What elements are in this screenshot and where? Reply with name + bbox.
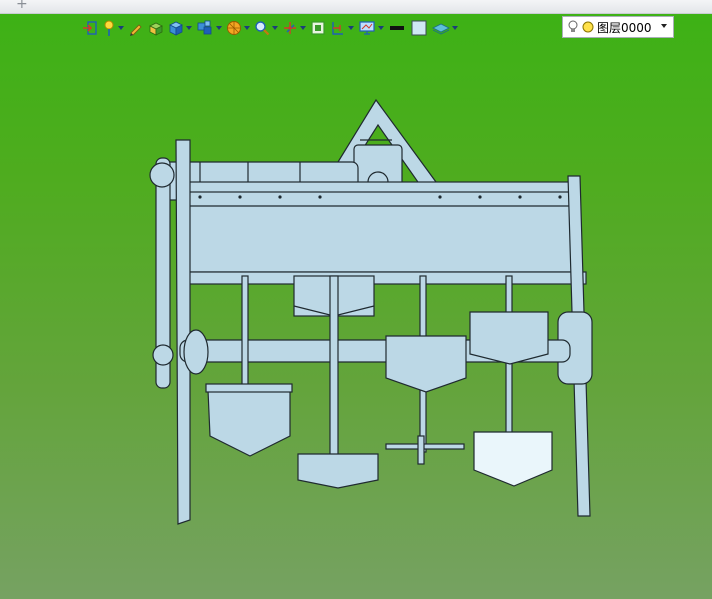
- dropdown-caret-icon[interactable]: [272, 26, 278, 30]
- dropdown-caret-icon[interactable]: [244, 26, 250, 30]
- zoom-icon: [255, 21, 270, 36]
- solid-box-button[interactable]: [148, 18, 164, 38]
- blade-5: [473, 431, 553, 487]
- layer-select[interactable]: 图层0000: [562, 16, 674, 38]
- section-view-icon: [332, 22, 343, 35]
- left-upper-sprocket: [149, 162, 175, 188]
- pencil-icon: [130, 24, 142, 36]
- light-pin-button[interactable]: [102, 18, 124, 38]
- exit-sketch-button[interactable]: [82, 18, 98, 38]
- blade-1: [207, 389, 291, 457]
- solid-box-icon: [149, 22, 163, 36]
- main-frame-top-rail: [181, 181, 575, 193]
- rotary-tiller-model: [149, 98, 593, 525]
- dropdown-caret-icon[interactable]: [118, 26, 124, 30]
- display-mode-button[interactable]: [358, 18, 384, 38]
- dropdown-caret-icon[interactable]: [300, 26, 306, 30]
- layer-style-icon: [432, 23, 450, 35]
- line-color-icon: [390, 26, 404, 30]
- dropdown-caret-icon[interactable]: [186, 26, 192, 30]
- layer-dropdown-arrow-icon[interactable]: [661, 24, 667, 28]
- zoom-fit-button[interactable]: [310, 18, 326, 38]
- face-color-button[interactable]: [410, 18, 428, 38]
- 3d-viewport[interactable]: [0, 40, 712, 599]
- exit-sketch-icon: [83, 21, 97, 35]
- blade-3: [385, 335, 467, 393]
- zoom-fit-icon: [311, 21, 325, 35]
- render-sphere-icon: [227, 21, 241, 35]
- view-toolbar: [82, 17, 462, 39]
- section-view-button[interactable]: [330, 18, 354, 38]
- render-style-button[interactable]: [226, 18, 250, 38]
- layer-name: 图层0000: [597, 20, 652, 35]
- zoom-button[interactable]: [254, 18, 278, 38]
- left-shaft-flange: [183, 329, 209, 375]
- blade-2: [297, 453, 379, 489]
- layer-style-button[interactable]: [432, 18, 458, 38]
- display-screen-icon: [359, 21, 375, 35]
- tab-strip: +: [0, 0, 712, 14]
- lightbulb-icon: [568, 20, 578, 32]
- sketch-pencil-button[interactable]: [128, 18, 144, 38]
- dropdown-caret-icon[interactable]: [216, 26, 222, 30]
- cube-view-button[interactable]: [168, 18, 192, 38]
- crossbar: [385, 443, 465, 450]
- dropdown-caret-icon[interactable]: [378, 26, 384, 30]
- main-frame: [181, 189, 575, 273]
- left-lower-sprocket: [152, 344, 174, 366]
- multi-view-button[interactable]: [196, 18, 222, 38]
- blade-4: [469, 311, 549, 365]
- pan-button[interactable]: [282, 18, 306, 38]
- pan-axes-icon: [284, 22, 296, 34]
- multi-cube-icon: [197, 20, 212, 35]
- dropdown-caret-icon[interactable]: [452, 26, 458, 30]
- new-tab-button[interactable]: +: [16, 0, 28, 12]
- lightbulb-pin-icon: [104, 20, 114, 36]
- layer-color-dot-icon: [582, 21, 594, 33]
- line-color-button[interactable]: [388, 18, 406, 38]
- left-side-leg: [175, 139, 191, 525]
- cube-view-icon: [169, 21, 183, 36]
- face-color-icon: [411, 20, 427, 36]
- dropdown-caret-icon[interactable]: [348, 26, 354, 30]
- blade-arm-2: [329, 275, 339, 463]
